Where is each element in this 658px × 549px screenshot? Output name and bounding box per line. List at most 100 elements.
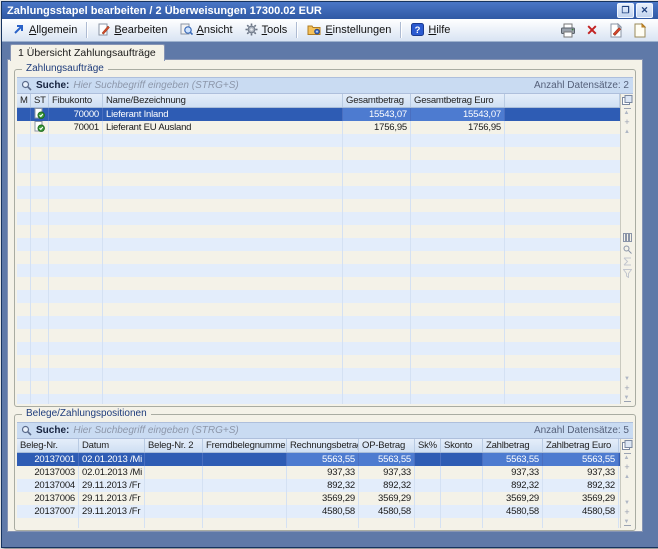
table-row[interactable]: 70000Lieferant Inland15543,0715543,07 bbox=[17, 108, 620, 121]
scroll-to-bottom-icon[interactable]: ▼ bbox=[624, 519, 631, 527]
search-input[interactable] bbox=[73, 80, 526, 91]
table-cell bbox=[103, 316, 343, 329]
append-row-icon[interactable]: + bbox=[624, 509, 629, 516]
table-cell bbox=[49, 355, 103, 368]
table-cell bbox=[505, 199, 620, 212]
insert-row-icon[interactable]: + bbox=[624, 464, 629, 471]
search-icon bbox=[21, 425, 32, 436]
append-row-icon[interactable]: + bbox=[624, 385, 629, 392]
tools-gear-icon bbox=[245, 23, 258, 36]
table-row[interactable]: 2013700729.11.2013 /Fr4580,584580,584580… bbox=[17, 505, 620, 518]
table-cell bbox=[343, 355, 411, 368]
table-row[interactable]: 2013700102.01.2013 /Mi5563,555563,555563… bbox=[17, 453, 620, 466]
scroll-to-bottom-icon[interactable]: ▼ bbox=[624, 395, 631, 403]
sum-icon[interactable] bbox=[623, 257, 632, 266]
table-cell bbox=[483, 518, 543, 528]
table-cell bbox=[505, 238, 620, 251]
table-cell bbox=[441, 505, 483, 518]
help-icon: ? bbox=[411, 23, 424, 36]
menu-allgemein[interactable]: Allgemein bbox=[6, 22, 83, 38]
column-header[interactable]: Fibukonto bbox=[49, 94, 103, 107]
table-cell: 892,32 bbox=[287, 479, 359, 492]
table-cell bbox=[505, 394, 620, 404]
column-header[interactable]: Beleg-Nr. bbox=[17, 439, 79, 452]
table-row[interactable]: 2013700629.11.2013 /Fr3569,293569,293569… bbox=[17, 492, 620, 505]
table-cell: 937,33 bbox=[287, 466, 359, 479]
search-label: Suche: bbox=[36, 80, 69, 91]
column-header[interactable]: Gesamtbetrag Euro bbox=[411, 94, 505, 107]
scroll-up-icon[interactable]: ▲ bbox=[624, 129, 630, 135]
scroll-to-top-icon[interactable]: ▲ bbox=[624, 108, 631, 116]
menu-ansicht[interactable]: Ansicht bbox=[174, 22, 239, 38]
table-row[interactable]: 2013700302.01.2013 /Mi937,33937,33937,33… bbox=[17, 466, 620, 479]
table-cell bbox=[49, 199, 103, 212]
table-cell bbox=[505, 147, 620, 160]
table-cell: 1756,95 bbox=[343, 121, 411, 134]
table-cell bbox=[103, 147, 343, 160]
scroll-down-icon[interactable]: ▼ bbox=[624, 500, 630, 506]
tab-uebersicht-zahlungsauftraege[interactable]: 1 Übersicht Zahlungsaufträge bbox=[10, 44, 165, 61]
insert-row-icon[interactable]: + bbox=[624, 119, 629, 126]
search-input[interactable] bbox=[73, 425, 526, 436]
table-cell bbox=[31, 368, 49, 381]
column-header[interactable]: M bbox=[17, 94, 31, 107]
zoom-icon[interactable] bbox=[623, 245, 632, 254]
filter-icon[interactable] bbox=[623, 269, 632, 278]
delete-icon[interactable]: ✕ bbox=[584, 22, 600, 38]
restore-window-button[interactable]: ❐ bbox=[617, 3, 634, 18]
empty-table-row bbox=[17, 212, 620, 225]
empty-table-row bbox=[17, 186, 620, 199]
table-row[interactable]: 70001Lieferant EU Ausland1756,951756,95 bbox=[17, 121, 620, 134]
edit-page-icon[interactable] bbox=[608, 22, 624, 38]
column-header[interactable]: Beleg-Nr. 2 bbox=[145, 439, 203, 452]
table-cell bbox=[411, 264, 505, 277]
new-page-icon[interactable] bbox=[632, 22, 648, 38]
column-header[interactable]: Skonto bbox=[441, 439, 483, 452]
table-cell bbox=[415, 492, 441, 505]
table-cell bbox=[343, 160, 411, 173]
column-header[interactable]: Gesamtbetrag bbox=[343, 94, 411, 107]
status-ok-icon bbox=[34, 121, 45, 132]
close-window-button[interactable]: ✕ bbox=[636, 3, 653, 18]
menu-einstellungen[interactable]: Einstellungen bbox=[301, 22, 397, 38]
table-cell bbox=[411, 368, 505, 381]
scroll-up-icon[interactable]: ▲ bbox=[624, 474, 630, 480]
table-cell: 3569,29 bbox=[483, 492, 543, 505]
table-cell bbox=[49, 303, 103, 316]
columns-icon[interactable] bbox=[623, 233, 632, 242]
table-cell bbox=[49, 290, 103, 303]
table-cell bbox=[505, 160, 620, 173]
column-header[interactable]: OP-Betrag bbox=[359, 439, 415, 452]
table-cell bbox=[49, 277, 103, 290]
column-header[interactable]: Sk% bbox=[415, 439, 441, 452]
group-zahlungsauftraege: Zahlungsaufträge Suche: Anzahl Datensätz… bbox=[14, 69, 636, 407]
empty-table-row bbox=[17, 160, 620, 173]
column-header[interactable]: ST bbox=[31, 94, 49, 107]
group-label: Zahlungsaufträge bbox=[22, 63, 108, 74]
table-cell bbox=[103, 238, 343, 251]
empty-table-row bbox=[17, 238, 620, 251]
table-cell: Lieferant Inland bbox=[103, 108, 343, 121]
scroll-down-icon[interactable]: ▼ bbox=[624, 376, 630, 382]
column-header[interactable]: Zahlbetrag bbox=[483, 439, 543, 452]
select-columns-icon[interactable] bbox=[622, 440, 633, 450]
table-cell bbox=[17, 342, 31, 355]
menu-bar: Allgemein Bearbeiten Ansicht Tools Einst… bbox=[2, 19, 658, 42]
menu-bearbeiten[interactable]: Bearbeiten bbox=[91, 22, 173, 38]
table-cell bbox=[343, 277, 411, 290]
table-row[interactable]: 2013700429.11.2013 /Fr892,32892,32892,32… bbox=[17, 479, 620, 492]
print-icon[interactable] bbox=[560, 22, 576, 38]
column-header[interactable]: Fremdbelegnummer bbox=[203, 439, 287, 452]
table-cell bbox=[17, 381, 31, 394]
column-header[interactable]: Zahlbetrag Euro bbox=[543, 439, 619, 452]
menu-hilfe[interactable]: ? Hilfe bbox=[405, 22, 456, 38]
column-header[interactable]: Rechnungsbetrag bbox=[287, 439, 359, 452]
menu-tools[interactable]: Tools bbox=[239, 22, 294, 38]
table-cell bbox=[31, 290, 49, 303]
select-columns-icon[interactable] bbox=[622, 95, 633, 105]
column-header[interactable]: Datum bbox=[79, 439, 145, 452]
table-cell bbox=[49, 342, 103, 355]
column-header[interactable]: Name/Bezeichnung bbox=[103, 94, 343, 107]
table-cell bbox=[49, 186, 103, 199]
scroll-to-top-icon[interactable]: ▲ bbox=[624, 453, 631, 461]
